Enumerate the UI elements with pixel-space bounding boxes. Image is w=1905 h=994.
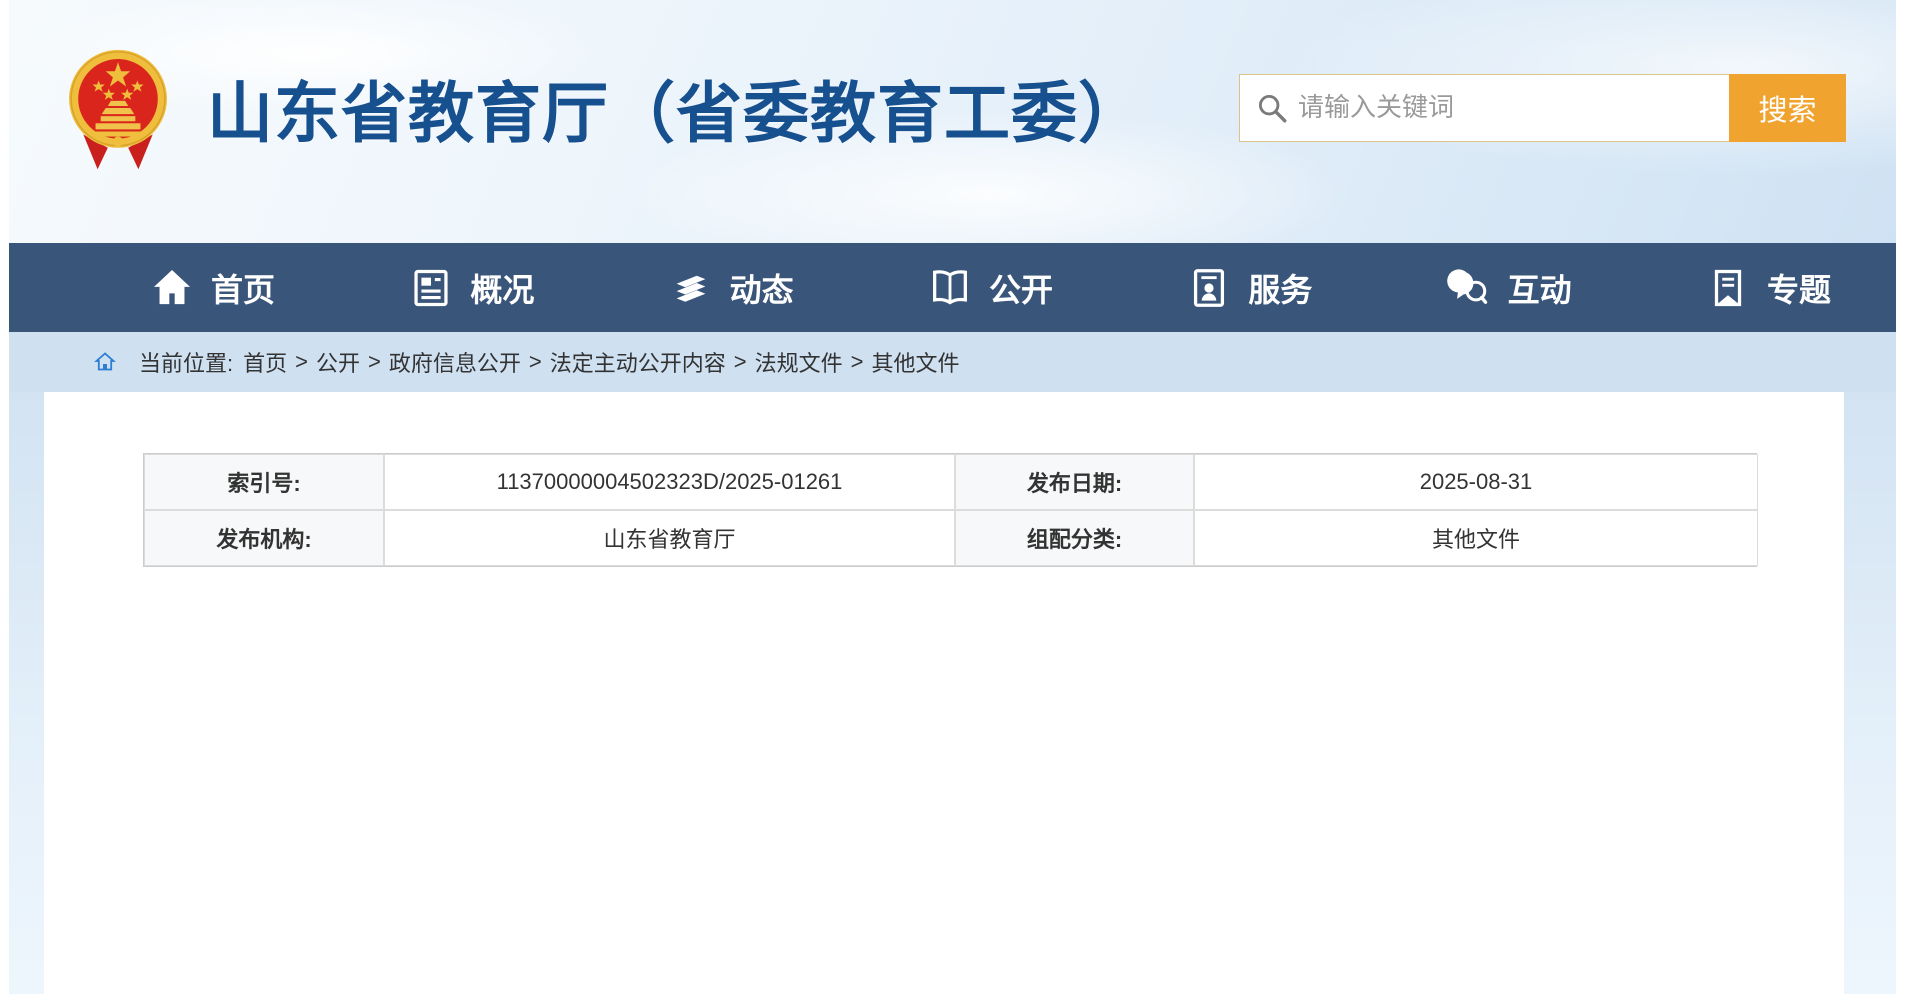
topics-page-icon (1705, 265, 1751, 311)
info-label-agency: 发布机构: (144, 510, 384, 566)
breadcrumb-separator: > (529, 349, 542, 375)
breadcrumb-item-disclosure[interactable]: 公开 (316, 346, 360, 378)
breadcrumb-separator: > (295, 349, 308, 375)
info-label-category: 组配分类: (955, 510, 1194, 566)
info-label-index: 索引号: (144, 454, 384, 510)
news-books-icon (668, 265, 714, 311)
page: 山东省教育厅（省委教育工委） 搜索 首页 (9, 0, 1896, 994)
nav-item-label: 动态 (730, 265, 794, 311)
site-header: 山东省教育厅（省委教育工委） 搜索 (9, 0, 1896, 243)
breadcrumb-item-other-docs[interactable]: 其他文件 (872, 346, 960, 378)
breadcrumb-item-statutory[interactable]: 法定主动公开内容 (550, 346, 726, 378)
open-book-icon (927, 265, 973, 311)
nav-item-news[interactable]: 动态 (668, 265, 794, 311)
nav-item-home[interactable]: 首页 (149, 265, 275, 311)
home-icon (149, 265, 195, 311)
service-document-person-icon (1186, 265, 1232, 311)
search-button[interactable]: 搜索 (1729, 74, 1846, 142)
document-info-table: 索引号: 11370000004502323D/2025-01261 发布日期:… (143, 453, 1757, 567)
breadcrumb: 当前位置: 首页 > 公开 > 政府信息公开 > 法定主动公开内容 > 法规文件… (9, 332, 1896, 392)
overview-newspaper-icon (408, 265, 454, 311)
info-value-pubdate: 2025-08-31 (1194, 454, 1758, 510)
info-value-category: 其他文件 (1194, 510, 1758, 566)
breadcrumb-separator: > (368, 349, 381, 375)
breadcrumb-item-regulations[interactable]: 法规文件 (755, 346, 843, 378)
nav-item-disclosure[interactable]: 公开 (927, 265, 1053, 311)
site-search: 搜索 (1239, 74, 1846, 142)
main-nav: 首页 概况 动态 (9, 243, 1896, 332)
search-input[interactable] (1239, 74, 1729, 142)
breadcrumb-separator: > (734, 349, 747, 375)
site-title: 山东省教育厅（省委教育工委） (207, 60, 1145, 156)
nav-item-label: 专题 (1767, 265, 1831, 311)
breadcrumb-item-gov-info[interactable]: 政府信息公开 (389, 346, 521, 378)
info-label-pubdate: 发布日期: (955, 454, 1194, 510)
breadcrumb-prefix: 当前位置: (139, 346, 233, 378)
nav-item-label: 服务 (1248, 265, 1312, 311)
search-icon (1255, 91, 1289, 125)
main-background: 索引号: 11370000004502323D/2025-01261 发布日期:… (9, 392, 1896, 994)
nav-item-label: 首页 (211, 265, 275, 311)
breadcrumb-item-home[interactable]: 首页 (243, 346, 287, 378)
national-emblem-logo (67, 42, 169, 174)
interaction-chat-icon (1446, 265, 1492, 311)
nav-item-overview[interactable]: 概况 (408, 265, 534, 311)
nav-item-services[interactable]: 服务 (1186, 265, 1312, 311)
info-value-agency: 山东省教育厅 (384, 510, 955, 566)
nav-item-label: 公开 (989, 265, 1053, 311)
nav-item-interaction[interactable]: 互动 (1446, 265, 1572, 311)
breadcrumb-separator: > (851, 349, 864, 375)
info-value-index: 11370000004502323D/2025-01261 (384, 454, 955, 510)
nav-item-label: 互动 (1508, 265, 1572, 311)
content-card: 索引号: 11370000004502323D/2025-01261 发布日期:… (44, 392, 1844, 994)
nav-item-label: 概况 (470, 265, 534, 311)
breadcrumb-home-icon (93, 350, 117, 374)
nav-item-topics[interactable]: 专题 (1705, 265, 1831, 311)
